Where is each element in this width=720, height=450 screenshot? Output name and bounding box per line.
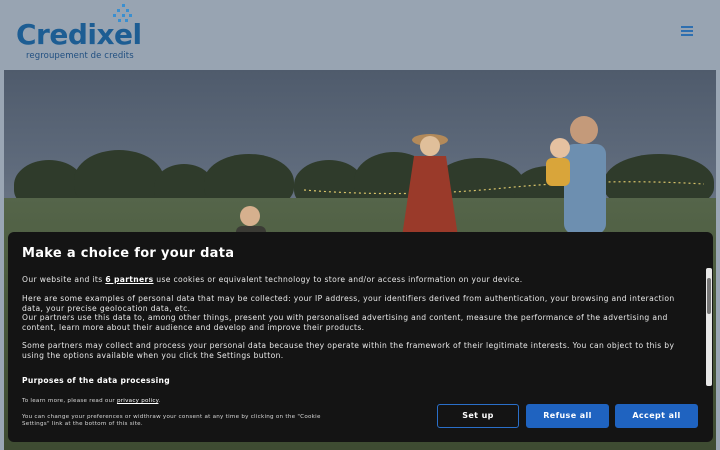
- intro-paragraph: Our website and its 6 partners use cooki…: [22, 275, 694, 285]
- change-preferences-text: You can change your preferences or width…: [22, 414, 321, 428]
- site-header: Credixel regroupement de credits: [0, 0, 720, 70]
- cookie-consent-dialog: Make a choice for your data Our website …: [8, 232, 713, 442]
- dialog-scrollbar[interactable]: [706, 268, 712, 386]
- learn-more-after: .: [158, 398, 161, 404]
- set-up-button[interactable]: Set up: [437, 404, 519, 428]
- site-logo[interactable]: Credixel regroupement de credits: [16, 4, 146, 64]
- data-examples-paragraph: Here are some examples of personal data …: [22, 294, 675, 313]
- partners-link[interactable]: 6 partners: [105, 275, 153, 284]
- learn-more-text: To learn more, please read our privacy p…: [22, 398, 322, 405]
- refuse-all-button[interactable]: Refuse all: [526, 404, 609, 428]
- legitimate-interest-paragraph: Some partners may collect and process yo…: [22, 341, 675, 360]
- accept-all-button[interactable]: Accept all: [615, 404, 698, 428]
- hamburger-icon[interactable]: [681, 26, 693, 36]
- intro-after: use cookies or equivalent technology to …: [153, 275, 523, 284]
- logo-tagline: regroupement de credits: [26, 51, 134, 61]
- privacy-policy-link[interactable]: privacy policy: [117, 398, 158, 404]
- learn-more-before: To learn more, please read our: [22, 398, 117, 404]
- intro-before: Our website and its: [22, 275, 106, 284]
- dialog-scroll-area[interactable]: Make a choice for your data Our website …: [8, 232, 706, 392]
- scrollbar-thumb[interactable]: [707, 278, 711, 314]
- logo-text-a: Credi: [16, 18, 97, 51]
- logo-wordmark: Credixel: [16, 18, 142, 51]
- partners-use-paragraph: Our partners use this data to, among oth…: [22, 313, 668, 332]
- dialog-title: Make a choice for your data: [22, 246, 235, 261]
- purposes-heading[interactable]: Purposes of the data processing: [22, 376, 170, 385]
- logo-text-b: xel: [96, 18, 143, 51]
